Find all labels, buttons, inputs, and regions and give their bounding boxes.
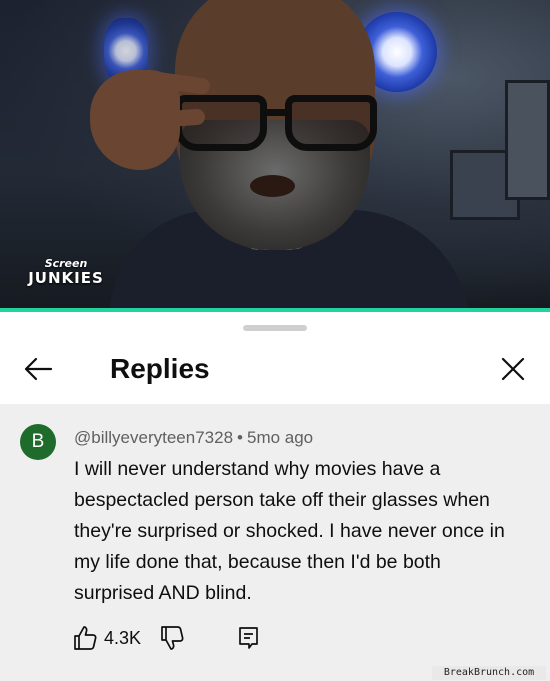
arrow-left-icon bbox=[24, 357, 53, 381]
background-monitor bbox=[505, 80, 550, 200]
thumbs-down-icon bbox=[161, 626, 184, 650]
reply-icon bbox=[239, 627, 258, 649]
video-progress-bar[interactable] bbox=[0, 308, 550, 312]
sheet-header: Replies bbox=[0, 341, 550, 397]
back-button[interactable] bbox=[18, 351, 58, 387]
person-finger bbox=[159, 108, 206, 128]
video-person bbox=[80, 0, 470, 312]
comment-age: 5mo ago bbox=[246, 428, 314, 447]
close-button[interactable] bbox=[493, 351, 533, 387]
logo-line-2: JUNKIES bbox=[28, 269, 104, 287]
avatar[interactable]: B bbox=[20, 424, 56, 460]
replies-sheet: Replies B @billyeveryteen7328 • 5mo ago I … bbox=[0, 313, 550, 681]
close-icon bbox=[501, 357, 525, 381]
like-button[interactable] bbox=[72, 625, 98, 651]
page-title: Replies bbox=[110, 353, 210, 384]
video-player[interactable]: Screen JUNKIES bbox=[0, 0, 550, 312]
drag-handle[interactable] bbox=[243, 325, 307, 331]
thumbs-up-icon bbox=[74, 626, 97, 650]
comment-card: B @billyeveryteen7328 • 5mo ago I will nev… bbox=[0, 404, 550, 681]
comment-author[interactable]: @billyeveryteen7328 bbox=[74, 428, 233, 447]
watermark: BreakBrunch.com bbox=[432, 666, 546, 680]
comment-text: I will never understand why movies have … bbox=[74, 458, 505, 604]
meta-separator: • bbox=[237, 428, 243, 447]
like-count: 4.3K bbox=[104, 628, 142, 648]
reply-button[interactable] bbox=[237, 625, 261, 651]
dislike-button[interactable] bbox=[159, 625, 185, 651]
video-progress-fill bbox=[0, 308, 550, 312]
channel-logo: Screen JUNKIES bbox=[26, 258, 106, 287]
comment-meta: @billyeveryteen7328 • 5mo ago bbox=[74, 428, 313, 448]
glasses-lens-right bbox=[285, 95, 377, 151]
glasses bbox=[175, 95, 377, 155]
person-mouth bbox=[250, 175, 295, 197]
